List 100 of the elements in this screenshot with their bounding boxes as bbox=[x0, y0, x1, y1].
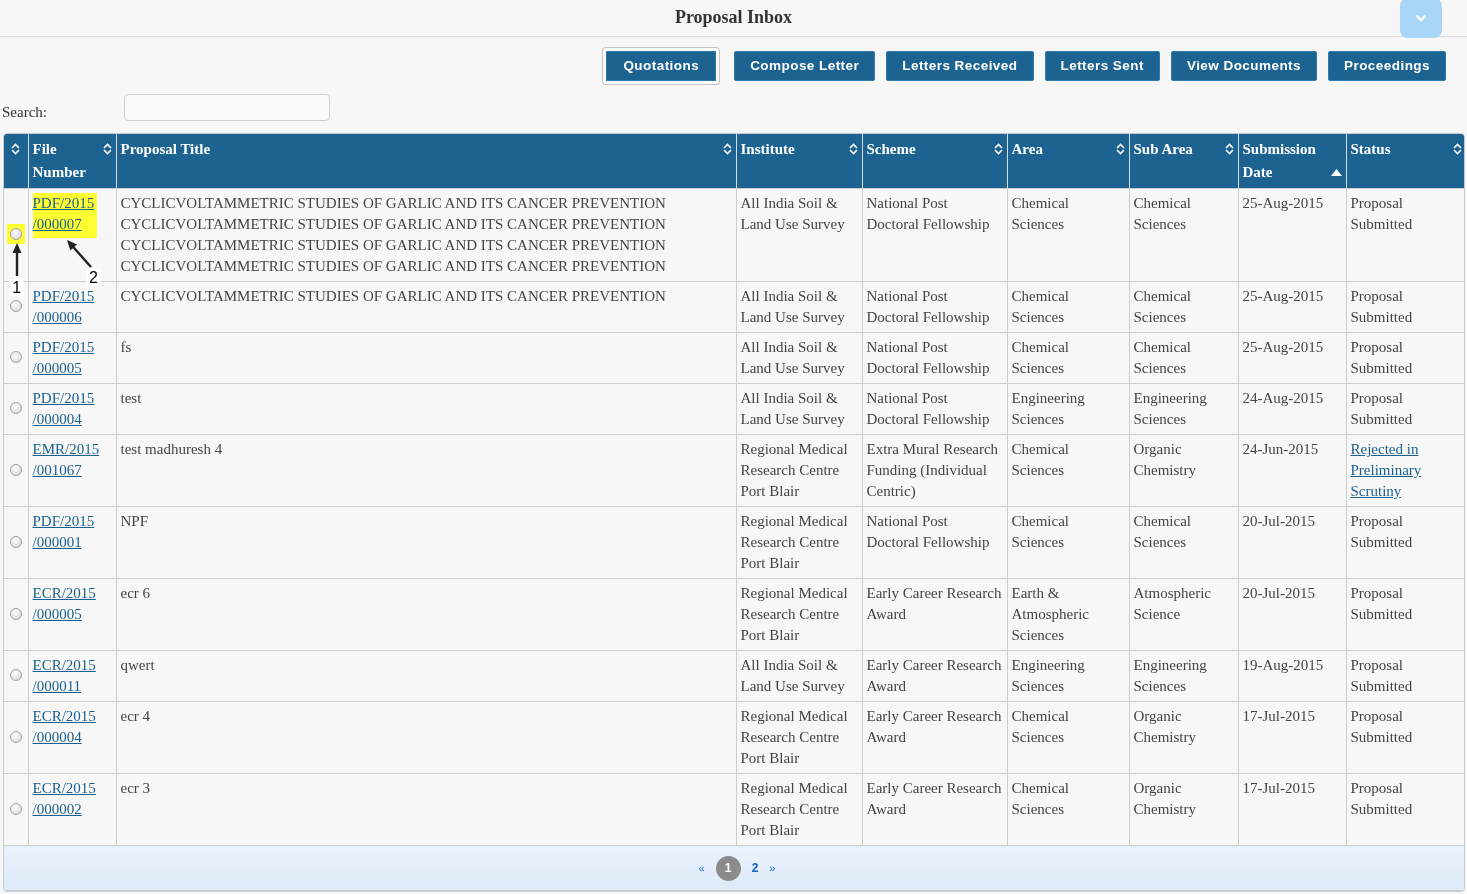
column-header[interactable]: Status bbox=[1346, 134, 1464, 189]
column-header[interactable]: Proposal Title bbox=[116, 134, 736, 189]
radio-button[interactable] bbox=[9, 463, 22, 476]
action-button[interactable]: Letters Sent bbox=[1044, 51, 1160, 81]
column-header[interactable]: Scheme bbox=[862, 134, 1007, 189]
table-cell: National Post Doctoral Fellowship bbox=[862, 188, 1007, 282]
table-cell: Engineering Sciences bbox=[1129, 650, 1238, 702]
table-cell: Proposal Submitted bbox=[1346, 578, 1464, 651]
table-cell: NPF bbox=[116, 506, 736, 579]
table-cell: test bbox=[116, 383, 736, 435]
table-cell: 17-Jul-2015 bbox=[1238, 701, 1346, 774]
table-cell: ecr 4 bbox=[116, 701, 736, 774]
chevron-down-icon bbox=[1415, 14, 1427, 22]
table-cell: All India Soil & Land Use Survey bbox=[736, 650, 862, 702]
table-cell: Early Career Research Award bbox=[862, 701, 1007, 774]
column-header[interactable]: Institute bbox=[736, 134, 862, 189]
table-cell: Engineering Sciences bbox=[1129, 383, 1238, 435]
table-cell: Chemical Sciences bbox=[1129, 332, 1238, 384]
table-cell: Proposal Submitted bbox=[1346, 383, 1464, 435]
table-cell: Atmospheric Science bbox=[1129, 578, 1238, 651]
table-cell: National Post Doctoral Fellowship bbox=[862, 332, 1007, 384]
table-cell: Proposal Submitted bbox=[1346, 701, 1464, 774]
annotation-arrow bbox=[66, 240, 92, 268]
table-cell: National Post Doctoral Fellowship bbox=[862, 383, 1007, 435]
table-cell: fs bbox=[116, 332, 736, 384]
page-link[interactable]: 1 bbox=[715, 855, 741, 881]
radio-button[interactable] bbox=[9, 607, 22, 620]
table-cell: 17-Jul-2015 bbox=[1238, 773, 1346, 846]
table-cell: CYCLICVOLTAMMETRIC STUDIES OF GARLIC AND ITS CANCER PREVENTION bbox=[116, 281, 736, 333]
table-cell: Chemical Sciences bbox=[1129, 281, 1238, 333]
table-cell: Regional Medical Research Centre Port Blair bbox=[736, 506, 862, 579]
table-cell: Proposal Submitted bbox=[1346, 332, 1464, 384]
table-cell: Organic Chemistry bbox=[1129, 773, 1238, 846]
table-cell: Proposal Submitted bbox=[1346, 281, 1464, 333]
table-cell: Earth & Atmospheric Sciences bbox=[1007, 578, 1129, 651]
page-link[interactable]: 2 bbox=[751, 857, 759, 879]
table-cell: CYCLICVOLTAMMETRIC STUDIES OF GARLIC AND ITS CANCER PREVENTION CYCLICVOLTAMMETRIC STUDIES OF GARLIC AND ITS CANCER PREVENTION CYCLICVOLTAMMETRIC STUDIES OF GARLIC AND ITS CANCER PREVENTION CYCLICVOLTAMMETRIC STUDIES OF GARLIC AND ITS CANCER PREVENTION bbox=[116, 188, 736, 282]
table-cell: Extra Mural Research Funding (Individual Centric) bbox=[862, 434, 1007, 507]
table-cell: Early Career Research Award bbox=[862, 578, 1007, 651]
table-cell: Regional Medical Research Centre Port Blair bbox=[736, 434, 862, 507]
table-cell: Early Career Research Award bbox=[862, 773, 1007, 846]
table-cell: Regional Medical Research Centre Port Blair bbox=[736, 578, 862, 651]
table-cell: Regional Medical Research Centre Port Blair bbox=[736, 701, 862, 774]
action-button[interactable]: Quotations bbox=[603, 48, 720, 84]
table-cell: National Post Doctoral Fellowship bbox=[862, 506, 1007, 579]
action-button[interactable]: Compose Letter bbox=[734, 51, 876, 81]
table-cell: 19-Aug-2015 bbox=[1238, 650, 1346, 702]
table-cell: 25-Aug-2015 bbox=[1238, 188, 1346, 282]
table-cell: All India Soil & Land Use Survey bbox=[736, 281, 862, 333]
action-button[interactable]: Letters Received bbox=[886, 51, 1034, 81]
table-cell: All India Soil & Land Use Survey bbox=[736, 188, 862, 282]
table-cell: Early Career Research Award bbox=[862, 650, 1007, 702]
table-cell: Engineering Sciences bbox=[1007, 383, 1129, 435]
next-page-link[interactable]: » bbox=[769, 857, 776, 879]
radio-button[interactable] bbox=[9, 228, 22, 240]
table-cell: Chemical Sciences bbox=[1007, 506, 1129, 579]
action-button[interactable]: Proceedings bbox=[1328, 51, 1446, 81]
table-cell: Engineering Sciences bbox=[1007, 650, 1129, 702]
table-cell: Chemical Sciences bbox=[1007, 773, 1129, 846]
column-header[interactable]: Area bbox=[1007, 134, 1129, 189]
search-label: Search: bbox=[2, 103, 48, 121]
table-cell: All India Soil & Land Use Survey bbox=[736, 332, 862, 384]
table-cell: Chemical Sciences bbox=[1007, 188, 1129, 282]
table-cell: Chemical Sciences bbox=[1007, 281, 1129, 333]
table-cell: qwert bbox=[116, 650, 736, 702]
previous-page-link[interactable]: « bbox=[698, 857, 705, 879]
column-header[interactable]: Submission Date bbox=[1238, 134, 1346, 189]
column-header[interactable]: Sub Area bbox=[1129, 134, 1238, 189]
radio-button[interactable] bbox=[9, 300, 22, 312]
radio-button[interactable] bbox=[9, 535, 22, 548]
table-cell: 20-Jul-2015 bbox=[1238, 578, 1346, 651]
radio-button[interactable] bbox=[9, 669, 22, 681]
table-cell: Organic Chemistry bbox=[1129, 434, 1238, 507]
collapse-button[interactable] bbox=[1400, 0, 1442, 38]
column-header[interactable] bbox=[4, 134, 28, 189]
table-cell: Chemical Sciences bbox=[1007, 434, 1129, 507]
table-cell: 25-Aug-2015 bbox=[1238, 332, 1346, 384]
table-cell: 25-Aug-2015 bbox=[1238, 281, 1346, 333]
radio-button[interactable] bbox=[9, 730, 22, 743]
table-cell: Proposal Submitted bbox=[1346, 773, 1464, 846]
action-button[interactable]: View Documents bbox=[1170, 51, 1317, 81]
table-cell: Chemical Sciences bbox=[1007, 332, 1129, 384]
table-cell: 20-Jul-2015 bbox=[1238, 506, 1346, 579]
table-cell: Proposal Submitted bbox=[1346, 506, 1464, 579]
table-cell: test madhuresh 4 bbox=[116, 434, 736, 507]
table-cell: ecr 3 bbox=[116, 773, 736, 846]
table-cell: Chemical Sciences bbox=[1007, 701, 1129, 774]
table-cell: Regional Medical Research Centre Port Blair bbox=[736, 773, 862, 846]
table-cell: Proposal Submitted bbox=[1346, 650, 1464, 702]
search-field[interactable] bbox=[124, 94, 330, 121]
annotation-arrow bbox=[12, 243, 22, 276]
page-title: Proposal Inbox bbox=[674, 6, 793, 29]
radio-button[interactable] bbox=[9, 802, 22, 815]
radio-button[interactable] bbox=[9, 351, 22, 363]
table-cell: Proposal Submitted bbox=[1346, 188, 1464, 282]
radio-button[interactable] bbox=[9, 402, 22, 414]
table-cell: Chemical Sciences bbox=[1129, 506, 1238, 579]
table-cell: National Post Doctoral Fellowship bbox=[862, 281, 1007, 333]
table-cell: ecr 6 bbox=[116, 578, 736, 651]
column-header[interactable]: File Number bbox=[28, 134, 116, 189]
